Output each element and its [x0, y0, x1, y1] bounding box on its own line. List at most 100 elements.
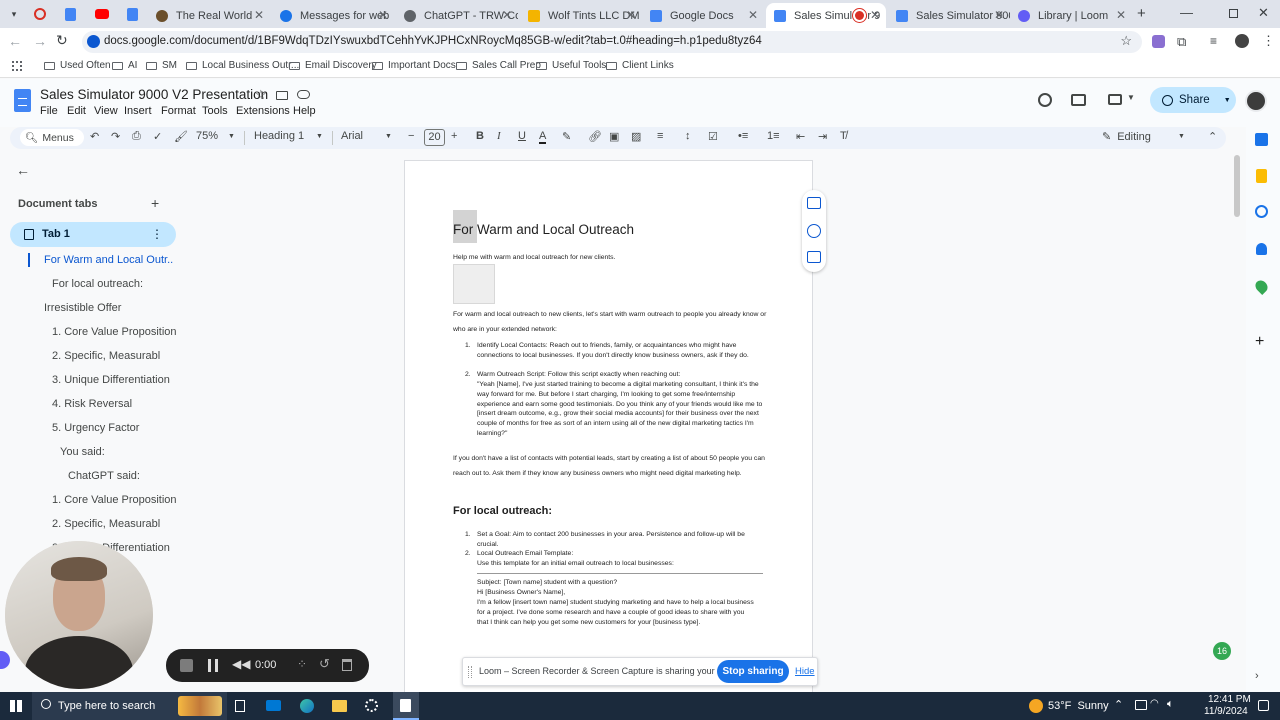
tab-search-button[interactable]: ▾ — [6, 6, 22, 22]
outline-item[interactable]: 2. Specific, Measurable... — [52, 518, 160, 530]
emoji-reaction-icon[interactable] — [807, 224, 821, 238]
browser-tab[interactable]: Wolf Tints LLC DM Fu✕ — [520, 3, 642, 28]
apps-grid-icon[interactable] — [12, 61, 22, 71]
url-input[interactable]: docs.google.com/document/d/1BF9WdqTDzIYs… — [82, 31, 1142, 53]
bookmark-folder[interactable]: Email Discovery — [289, 60, 377, 71]
reload-button[interactable]: ↻ — [56, 32, 68, 49]
menu-view[interactable]: View — [94, 105, 118, 117]
cloud-saved-icon[interactable] — [297, 90, 310, 99]
outline-item[interactable]: 1. Core Value Proposition — [52, 326, 182, 338]
font-select[interactable]: Arial ▼ — [341, 130, 397, 142]
browser-tab[interactable]: Library | Loom ✕ — [1010, 3, 1132, 28]
outline-item[interactable]: For local outreach: — [52, 278, 182, 290]
meet-icon[interactable] — [1108, 94, 1122, 105]
link-icon[interactable]: 🔗︎ — [588, 130, 602, 143]
taskbar-search[interactable]: Type here to search — [32, 692, 227, 720]
chevron-down-icon[interactable]: ▼ — [1127, 93, 1135, 102]
task-view-icon[interactable] — [235, 700, 245, 712]
paint-format-icon[interactable]: 🖌︎ — [174, 130, 188, 143]
comments-icon[interactable] — [1071, 94, 1086, 106]
increase-indent-icon[interactable]: ⇥ — [818, 130, 827, 143]
editing-mode-select[interactable]: ✎ Editing ▼ — [1102, 130, 1185, 143]
checklist-icon[interactable]: ☑ — [708, 130, 718, 143]
menus-search[interactable]: 🔍︎ Menus — [20, 129, 84, 146]
weather-text[interactable]: 53°F Sunny — [1048, 700, 1109, 712]
browser-tab-active[interactable]: Sales Simulator 9 ✕ — [766, 3, 886, 28]
close-window-button[interactable]: ✕ — [1258, 5, 1269, 21]
drawing-tool-icon[interactable]: ⁘ — [297, 657, 307, 671]
keep-icon[interactable] — [1256, 169, 1267, 183]
new-tab-button[interactable]: + — [1137, 5, 1146, 22]
close-icon[interactable]: ✕ — [502, 8, 512, 22]
line-spacing-icon[interactable]: ↕ — [685, 130, 691, 142]
highlight-icon[interactable]: ✎ — [562, 130, 571, 143]
outline-item[interactable]: 3. Unique Differentiation — [52, 374, 182, 386]
more-options-icon[interactable]: ⋮ — [151, 227, 163, 241]
add-comment-icon[interactable]: ▣ — [609, 130, 619, 143]
contacts-icon[interactable] — [1256, 243, 1267, 255]
menu-extensions[interactable]: Extensions — [236, 105, 290, 117]
outline-item[interactable]: For Warm and Local Outr... — [44, 254, 174, 266]
redo-icon[interactable]: ↷ — [111, 130, 120, 143]
italic-button[interactable]: I — [497, 130, 501, 142]
browser-tab[interactable]: Messages for web ✕ — [272, 3, 394, 28]
profile-avatar[interactable] — [1235, 34, 1249, 48]
loom-webcam-bubble[interactable] — [5, 541, 153, 689]
outline-item[interactable]: 1. Core Value Proposition — [52, 494, 182, 506]
notifications-icon[interactable] — [1258, 700, 1269, 711]
hide-link[interactable]: Hide — [795, 666, 815, 677]
outline-item[interactable]: You said: — [60, 446, 190, 458]
pinned-tab-docs-2[interactable] — [127, 8, 138, 21]
insert-image-icon[interactable]: ▨ — [631, 130, 641, 143]
bookmark-folder[interactable]: Useful Tools — [536, 60, 606, 71]
tasks-icon[interactable] — [1255, 205, 1268, 218]
rewind-icon[interactable]: ◀◀ — [232, 657, 250, 671]
increase-font-size-button[interactable]: + — [451, 130, 457, 142]
stop-recording-button[interactable] — [180, 659, 193, 672]
menu-edit[interactable]: Edit — [67, 105, 86, 117]
clock-time[interactable]: 12:41 PM — [1208, 694, 1251, 705]
maps-icon[interactable] — [1253, 278, 1270, 295]
pinned-tab-youtube[interactable] — [95, 9, 109, 19]
media-controls-icon[interactable]: ≡ — [1210, 34, 1217, 48]
star-icon[interactable]: ☆ — [255, 87, 267, 103]
star-icon[interactable]: ☆ — [1120, 33, 1132, 49]
outline-item[interactable]: 5. Urgency Factor — [52, 422, 182, 434]
menu-format[interactable]: Format — [161, 105, 196, 117]
outline-item[interactable]: ChatGPT said: — [68, 470, 198, 482]
volume-icon[interactable]: 🔈︎ — [1167, 698, 1174, 711]
underline-button[interactable]: U — [518, 130, 526, 142]
style-select[interactable]: Heading 1 ▼ — [254, 130, 324, 142]
close-icon[interactable]: ✕ — [994, 8, 1004, 22]
undo-icon[interactable]: ↶ — [90, 130, 99, 143]
text-color-button[interactable]: A — [539, 130, 547, 144]
pause-icon[interactable] — [208, 659, 218, 672]
browser-tab[interactable]: Google Docs ✕ — [642, 3, 764, 28]
back-arrow-icon[interactable]: ← — [16, 162, 30, 178]
doc-title[interactable]: Sales Simulator 9000 V2 Presentation — [40, 87, 268, 102]
decrease-font-size-button[interactable]: − — [408, 130, 414, 142]
bookmark-folder[interactable]: Used Often — [44, 60, 111, 71]
menu-help[interactable]: Help — [293, 105, 316, 117]
zoom-select[interactable]: 75% ▼ — [196, 130, 236, 142]
extension-icon[interactable] — [1152, 35, 1165, 48]
tray-chevron-icon[interactable]: ⌃ — [1114, 698, 1123, 711]
edge-icon[interactable] — [300, 699, 314, 713]
minimize-button[interactable]: — — [1180, 5, 1193, 20]
windows-start-icon[interactable] — [10, 700, 22, 712]
chevron-down-icon[interactable]: ▼ — [1224, 97, 1231, 104]
mail-icon[interactable] — [266, 700, 281, 711]
menu-tools[interactable]: Tools — [202, 105, 228, 117]
browser-tab[interactable]: ChatGPT - TRW Copy✕ — [396, 3, 518, 28]
numbered-list-icon[interactable]: 1≡ — [767, 130, 780, 142]
bookmark-folder[interactable]: Client Links — [606, 60, 674, 71]
settings-gear-icon[interactable] — [365, 699, 378, 712]
bulleted-list-icon[interactable]: •≡ — [738, 130, 748, 142]
bookmark-folder[interactable]: Sales Call Prep — [456, 60, 541, 71]
explore-badge[interactable]: 16 — [1213, 642, 1231, 660]
font-size-input[interactable]: 20 — [424, 129, 445, 146]
restore-button[interactable] — [1229, 9, 1238, 18]
close-icon[interactable]: ✕ — [748, 8, 758, 22]
wifi-icon[interactable]: ◠ — [1150, 698, 1159, 709]
network-icon[interactable] — [1135, 700, 1147, 710]
